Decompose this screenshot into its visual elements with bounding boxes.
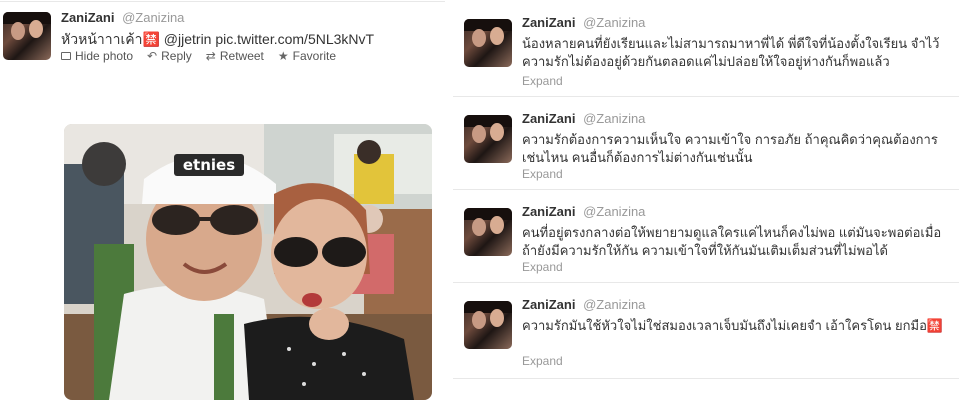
tweet-photo[interactable]: etnies	[64, 124, 432, 400]
user-handle[interactable]: @Zanizina	[583, 111, 645, 126]
favorite-button[interactable]: ★ Favorite	[278, 49, 336, 63]
timeline-tweet[interactable]: ZaniZani @Zanizina คนที่อยู่ตรงกลางต่อให…	[453, 189, 959, 283]
user-handle[interactable]: @Zanizina	[583, 297, 645, 312]
tweet-header: ZaniZani @Zanizina	[522, 111, 645, 126]
timeline-tweet[interactable]: ZaniZani @Zanizina ความรักมันใช้หัวใจไม่…	[453, 282, 959, 382]
tweet-header: ZaniZani @Zanizina	[61, 10, 184, 25]
avatar[interactable]	[3, 12, 51, 60]
timeline-tweet[interactable]: ZaniZani @Zanizina น้องหลายคนที่ยังเรียน…	[453, 0, 959, 97]
favorite-label: Favorite	[292, 49, 337, 63]
expand-link[interactable]: Expand	[522, 74, 563, 88]
divider	[0, 1, 445, 2]
tweet-text: น้องหลายคนที่ยังเรียนและไม่สามารถมาหาพี่…	[522, 36, 940, 69]
user-name[interactable]: ZaniZani	[522, 15, 575, 30]
tweet-header: ZaniZani @Zanizina	[522, 204, 645, 219]
reply-icon: ↶	[147, 49, 158, 63]
cap-logo-text: etnies	[183, 156, 235, 174]
expanded-tweet: ZaniZani @Zanizina หัวหน้าาาเค้า🈲 @jjetr…	[0, 0, 445, 407]
user-name[interactable]: ZaniZani	[522, 204, 575, 219]
avatar[interactable]	[464, 208, 512, 256]
retweet-icon: ⇄	[205, 49, 216, 63]
reply-label: Reply	[161, 49, 192, 63]
avatar[interactable]	[464, 19, 512, 67]
avatar[interactable]	[464, 115, 512, 163]
hide-photo-label: Hide photo	[75, 49, 134, 63]
user-name[interactable]: ZaniZani	[522, 297, 575, 312]
user-handle[interactable]: @Zanizina	[583, 204, 645, 219]
expand-link[interactable]: Expand	[522, 260, 563, 274]
divider	[453, 378, 959, 379]
timeline-tweet[interactable]: ZaniZani @Zanizina ความรักต้องการความเห็…	[453, 96, 959, 190]
user-handle[interactable]: @Zanizina	[122, 10, 184, 25]
photo-illustration: etnies	[64, 124, 432, 400]
user-handle[interactable]: @Zanizina	[583, 15, 645, 30]
tweet-text: หัวหน้าาาเค้า🈲 @jjetrin pic.twitter.com/…	[61, 31, 375, 47]
tweet-header: ZaniZani @Zanizina	[522, 297, 645, 312]
tweet-header: ZaniZani @Zanizina	[522, 15, 645, 30]
tweet-actions: Hide photo ↶ Reply ⇄ Retweet ★ Favorite	[61, 49, 336, 63]
expand-link[interactable]: Expand	[522, 354, 563, 368]
tweet-text: ความรักมันใช้หัวใจไม่ใช่สมองเวลาเจ็บมันถ…	[522, 318, 944, 333]
hide-photo-button[interactable]: Hide photo	[61, 49, 133, 63]
avatar[interactable]	[464, 301, 512, 349]
reply-button[interactable]: ↶ Reply	[147, 49, 192, 63]
tweet-text: ความรักต้องการความเห็นใจ ความเข้าใจ การอ…	[522, 132, 938, 165]
photo-icon	[61, 52, 71, 60]
tweet-timeline: ZaniZani @Zanizina น้องหลายคนที่ยังเรียน…	[453, 0, 959, 407]
retweet-label: Retweet	[219, 49, 264, 63]
expand-link[interactable]: Expand	[522, 167, 563, 181]
retweet-button[interactable]: ⇄ Retweet	[206, 49, 264, 63]
star-icon: ★	[277, 49, 289, 63]
user-name[interactable]: ZaniZani	[61, 10, 114, 25]
user-name[interactable]: ZaniZani	[522, 111, 575, 126]
tweet-text: คนที่อยู่ตรงกลางต่อให้พยายามดูแลใครแค่ไห…	[522, 225, 942, 258]
